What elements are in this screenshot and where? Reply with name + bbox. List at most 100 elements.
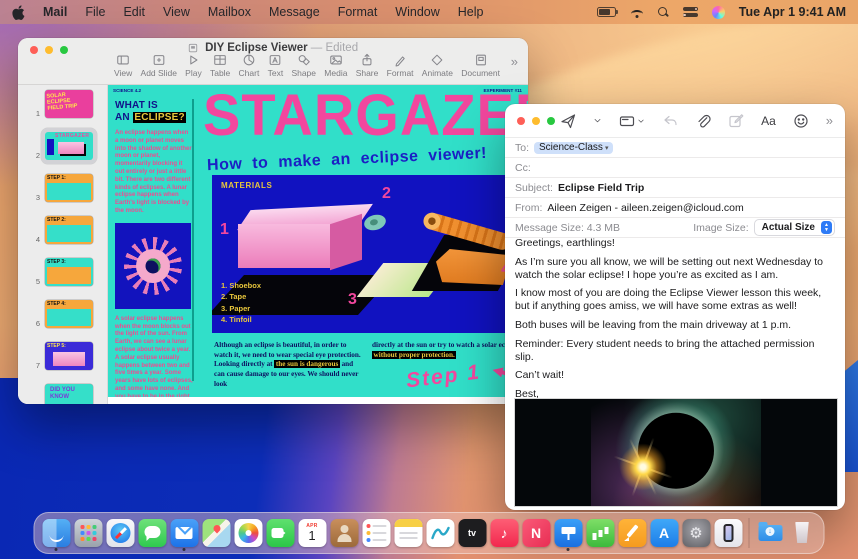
dock-item-music[interactable]: ♪: [490, 519, 519, 547]
dock-item-messages[interactable]: [138, 519, 167, 547]
dock-item-facetime[interactable]: [266, 519, 295, 547]
share-button[interactable]: Share: [356, 53, 379, 78]
dock-item-calendar[interactable]: APR1: [298, 519, 327, 547]
warning-highlight-1: the sun is dangerous: [274, 360, 339, 368]
dock-item-contacts[interactable]: [330, 519, 359, 547]
send-options-chevron[interactable]: [593, 116, 602, 125]
emoji-button[interactable]: [793, 113, 809, 129]
siri-icon[interactable]: [712, 6, 725, 19]
search-icon[interactable]: [658, 7, 669, 18]
dock-item-settings[interactable]: ⚙: [682, 519, 711, 547]
dock-item-reminders[interactable]: [362, 519, 391, 547]
slide-thumb-row[interactable]: 2 STARGAZER: [18, 132, 107, 160]
sun-illustration: [115, 223, 191, 309]
add-slide-button[interactable]: Add Slide: [141, 53, 177, 78]
photos-icon: [234, 519, 262, 547]
toolbar-overflow-chevron[interactable]: »: [511, 54, 518, 69]
document-button[interactable]: Document: [461, 53, 500, 78]
send-button[interactable]: [560, 113, 576, 129]
eclipse-highlight: ECLIPSE?: [133, 112, 187, 123]
dock-item-mail[interactable]: [170, 519, 199, 547]
close-button[interactable]: [517, 117, 525, 125]
slide-thumb-row[interactable]: DID YOU KNOW: [18, 384, 107, 404]
header-fields-button[interactable]: [619, 113, 645, 129]
slide-stargazer[interactable]: SCIENCE 4.2 EXPERIMENT #11 WHAT IS AN EC…: [108, 85, 528, 397]
slide-2-thumbnail-selected[interactable]: STARGAZER: [45, 132, 93, 160]
menu-bar-clock[interactable]: Tue Apr 1 9:41 AM: [739, 5, 846, 19]
menu-item-edit[interactable]: Edit: [123, 5, 145, 19]
to-field[interactable]: To: Science-Class▾: [505, 138, 845, 158]
minimize-button[interactable]: [532, 117, 540, 125]
slide-7-thumbnail[interactable]: STEP 5:: [45, 342, 93, 370]
dock-item-photos[interactable]: [234, 519, 263, 547]
toolbar-overflow-chevron[interactable]: »: [826, 113, 833, 128]
menu-item-window[interactable]: Window: [395, 5, 439, 19]
trash-icon: [788, 519, 816, 547]
dock-item-iphone-mirroring[interactable]: [714, 519, 743, 547]
materials-box: MATERIALS 1 2 3 4 1. Shoebox 2. Tape 3. …: [212, 175, 518, 333]
shape-button[interactable]: Shape: [291, 53, 316, 78]
menu-item-view[interactable]: View: [163, 5, 190, 19]
battery-icon[interactable]: [597, 7, 616, 17]
slide-thumb-row[interactable]: 5 STEP 3:: [18, 258, 107, 286]
control-center-icon[interactable]: [683, 7, 698, 17]
dock-item-trash[interactable]: [788, 519, 817, 547]
chart-button[interactable]: Chart: [239, 53, 260, 78]
animate-button[interactable]: Animate: [422, 53, 453, 78]
slide-6-thumbnail[interactable]: STEP 4:: [45, 300, 93, 328]
apple-menu[interactable]: [12, 5, 25, 20]
slide-thumb-row[interactable]: 3 STEP 1:: [18, 174, 107, 202]
dock-item-news[interactable]: N: [522, 519, 551, 547]
keynote-titlebar[interactable]: DIY Eclipse Viewer — Edited View Add Sli…: [18, 38, 528, 85]
slide-1-thumbnail[interactable]: SOLAR ECLIPSE FIELD TRIP: [45, 90, 93, 118]
attach-button[interactable]: [695, 113, 711, 129]
slide-8-thumbnail[interactable]: DID YOU KNOW: [45, 384, 93, 404]
subject-field[interactable]: Subject: Eclipse Field Trip: [505, 178, 845, 198]
menu-item-file[interactable]: File: [85, 5, 105, 19]
wifi-icon[interactable]: [630, 7, 644, 18]
eclipse-photo-attachment[interactable]: [514, 398, 838, 507]
menu-item-mailbox[interactable]: Mailbox: [208, 5, 251, 19]
cc-field[interactable]: Cc:: [505, 158, 845, 178]
slide-thumb-row[interactable]: 6 STEP 4:: [18, 300, 107, 328]
slide-thumb-row[interactable]: 7 STEP 5:: [18, 342, 107, 370]
menu-item-help[interactable]: Help: [458, 5, 484, 19]
menu-item-format[interactable]: Format: [338, 5, 378, 19]
play-button[interactable]: Play: [185, 53, 202, 78]
dock-item-maps[interactable]: [202, 519, 231, 547]
zoom-button[interactable]: [547, 117, 555, 125]
view-button[interactable]: View: [114, 53, 132, 78]
dock-item-freeform[interactable]: [426, 519, 455, 547]
dock-item-numbers[interactable]: [586, 519, 615, 547]
from-field[interactable]: From: Aileen Zeigen - aileen.zeigen@iclo…: [505, 198, 845, 218]
slide-thumb-row[interactable]: 1 SOLAR ECLIPSE FIELD TRIP: [18, 90, 107, 118]
slide-4-thumbnail[interactable]: STEP 2:: [45, 216, 93, 244]
dock-item-appstore[interactable]: A: [650, 519, 679, 547]
text-button[interactable]: Text: [268, 53, 284, 78]
message-body-editor[interactable]: Greetings, earthlings! As I’m sure you a…: [515, 237, 835, 420]
recipient-token[interactable]: Science-Class▾: [534, 142, 613, 154]
image-size-dropdown[interactable]: Actual Size ▲▼: [754, 219, 835, 236]
table-button[interactable]: Table: [210, 53, 230, 78]
slide-canvas[interactable]: SCIENCE 4.2 EXPERIMENT #11 WHAT IS AN EC…: [108, 85, 528, 404]
menu-item-message[interactable]: Message: [269, 5, 320, 19]
dock-item-downloads[interactable]: [756, 519, 785, 547]
slide-thumb-row[interactable]: 4 STEP 2:: [18, 216, 107, 244]
callout-2: 2: [382, 185, 391, 203]
slide-5-thumbnail[interactable]: STEP 3:: [45, 258, 93, 286]
dock-item-launchpad[interactable]: [74, 519, 103, 547]
menu-item-mail[interactable]: Mail: [43, 5, 67, 19]
mail-toolbar[interactable]: Aa »: [505, 104, 845, 138]
format-button[interactable]: Format: [387, 53, 414, 78]
apple-logo-icon: [12, 5, 25, 20]
media-button[interactable]: Media: [324, 53, 347, 78]
dock-item-finder[interactable]: [42, 519, 71, 547]
slide-3-thumbnail[interactable]: STEP 1:: [45, 174, 93, 202]
dock-item-appletv[interactable]: tv: [458, 519, 487, 547]
document-icon: [474, 53, 488, 67]
dock-item-keynote[interactable]: [554, 519, 583, 547]
dock-item-notes[interactable]: [394, 519, 423, 547]
format-button[interactable]: Aa: [761, 114, 776, 128]
dock-item-safari[interactable]: [106, 519, 135, 547]
dock-item-pages[interactable]: [618, 519, 647, 547]
